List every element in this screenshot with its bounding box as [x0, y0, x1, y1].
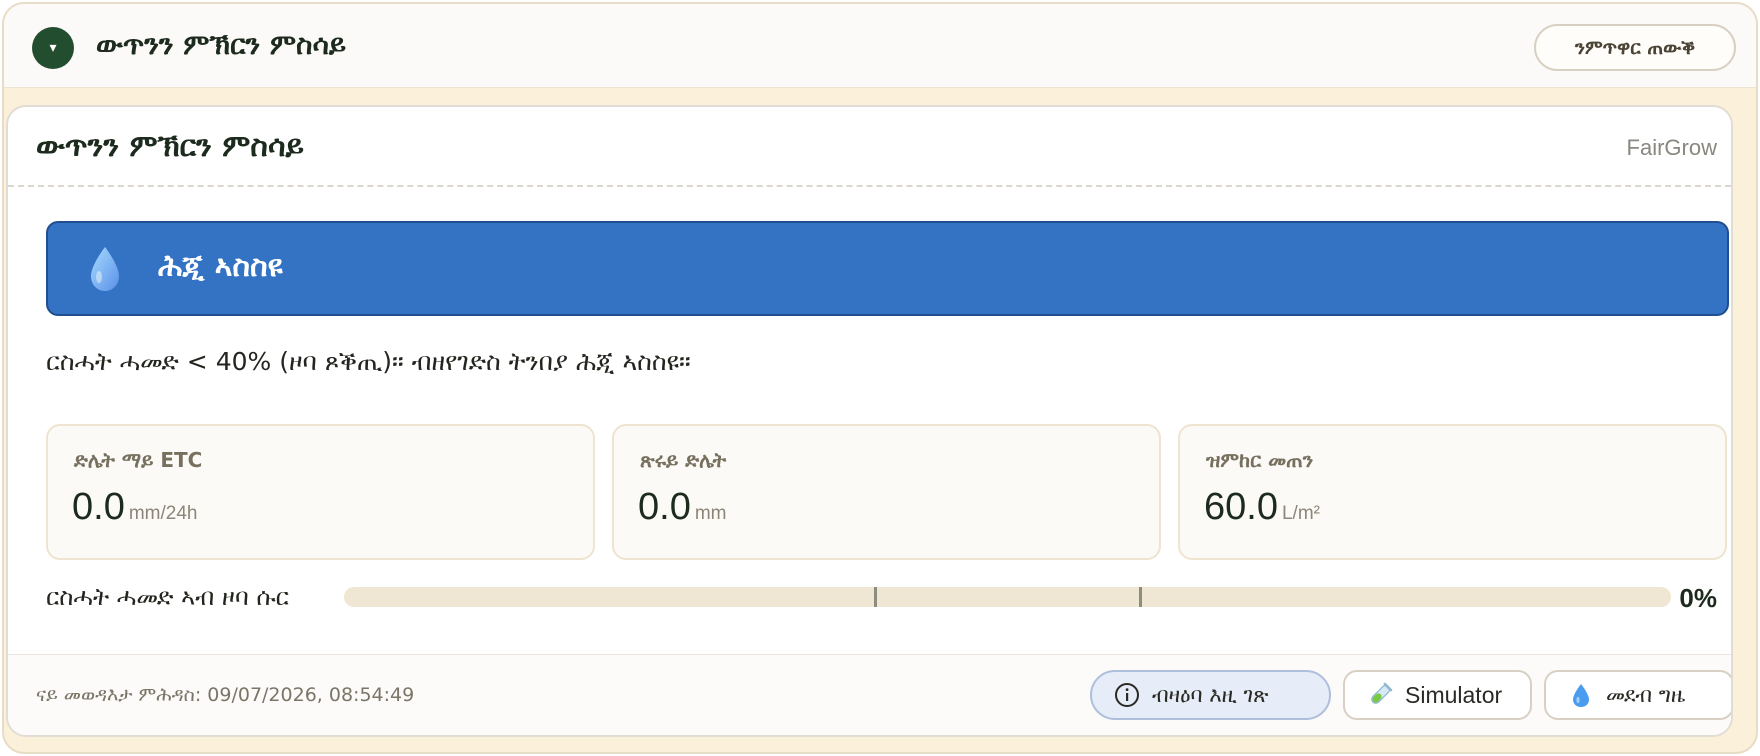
metric-unit: L/m²	[1281, 503, 1320, 524]
metric-label: ጽሩይ ድሌት	[640, 448, 727, 472]
metric-number: 60.0	[1204, 486, 1278, 528]
metric-label: ዝምከር መጠን	[1206, 448, 1314, 472]
hide-button[interactable]: ንምጥዋር ጠውቕ	[1534, 24, 1736, 71]
threshold-marker	[1139, 587, 1142, 607]
metric-value: 0.0 mm	[638, 486, 726, 529]
threshold-marker	[874, 587, 877, 607]
moisture-progress-bar	[344, 587, 1671, 607]
banner-text: ሕጂ ኣስስዩ	[158, 249, 283, 284]
collapse-toggle-button[interactable]: ▾	[32, 27, 74, 69]
info-circle-icon	[1115, 683, 1139, 707]
moisture-progress-label: ርስሓት ሓመድ ኣብ ዞባ ሱር	[46, 583, 289, 611]
advice-message: ርስሓት ሓመድ < 40% (ዞባ ጾቕጢ)። ብዘየገድስ ትንበያ ሕጂ …	[46, 347, 691, 376]
irrigation-schedule-label: መደብ ግዜ	[1606, 682, 1686, 707]
metric-unit: mm/24h	[128, 503, 198, 524]
brand-label: FairGrow	[1626, 135, 1717, 160]
last-updated: ናይ መወዳእታ ምሕዳስ: 09/07/2026, 08:54:49	[36, 684, 415, 706]
about-page-label: ብዛዕባ እዚ ገጽ	[1152, 682, 1269, 707]
simulator-button[interactable]: Simulator	[1343, 670, 1532, 720]
chevron-down-icon: ▾	[49, 40, 57, 56]
metric-card-recommended-amount: ዝምከር መጠን 60.0 L/m²	[1178, 424, 1727, 560]
water-drop-icon	[91, 247, 119, 291]
card-footer: ናይ መወዳእታ ምሕዳስ: 09/07/2026, 08:54:49 ብዛዕባ…	[8, 654, 1731, 735]
section-header: ▾ ውጥንን ምኽርን ምስሳይ ንምጥዋር ጠውቕ	[4, 4, 1756, 88]
card-header: ውጥንን ምኽርን ምስሳይ FairGrow	[8, 107, 1731, 187]
irrigate-now-banner: ሕጂ ኣስስዩ	[46, 221, 1729, 316]
metric-unit: mm	[694, 503, 727, 524]
metric-value: 60.0 L/m²	[1204, 486, 1320, 529]
simulator-label: Simulator	[1405, 681, 1503, 708]
metric-label: ድሌት ማይ ETC	[74, 448, 203, 472]
metric-card-net-demand: ጽሩይ ድሌት 0.0 mm	[612, 424, 1161, 560]
water-drop-icon	[1573, 684, 1589, 707]
metric-card-etc: ድሌት ማይ ETC 0.0 mm/24h	[46, 424, 595, 560]
metric-number: 0.0	[72, 486, 125, 528]
planning-card: ውጥንን ምኽርን ምስሳይ FairGrow ሕጂ ኣስስዩ ርስሓት ሓመድ…	[6, 105, 1733, 737]
irrigation-schedule-button[interactable]: መደብ ግዜ	[1544, 670, 1731, 720]
test-tube-icon	[1371, 682, 1393, 704]
section-title: ውጥንን ምኽርን ምስሳይ	[96, 28, 347, 61]
about-page-button[interactable]: ብዛዕባ እዚ ገጽ	[1090, 670, 1331, 720]
card-title: ውጥንን ምኽርን ምስሳይ	[36, 129, 304, 164]
moisture-percent: 0%	[1679, 583, 1717, 613]
metric-number: 0.0	[638, 486, 691, 528]
app-frame: ▾ ውጥንን ምኽርን ምስሳይ ንምጥዋር ጠውቕ ውጥንን ምኽርን ምስሳ…	[2, 2, 1758, 754]
metric-value: 0.0 mm/24h	[72, 486, 197, 529]
